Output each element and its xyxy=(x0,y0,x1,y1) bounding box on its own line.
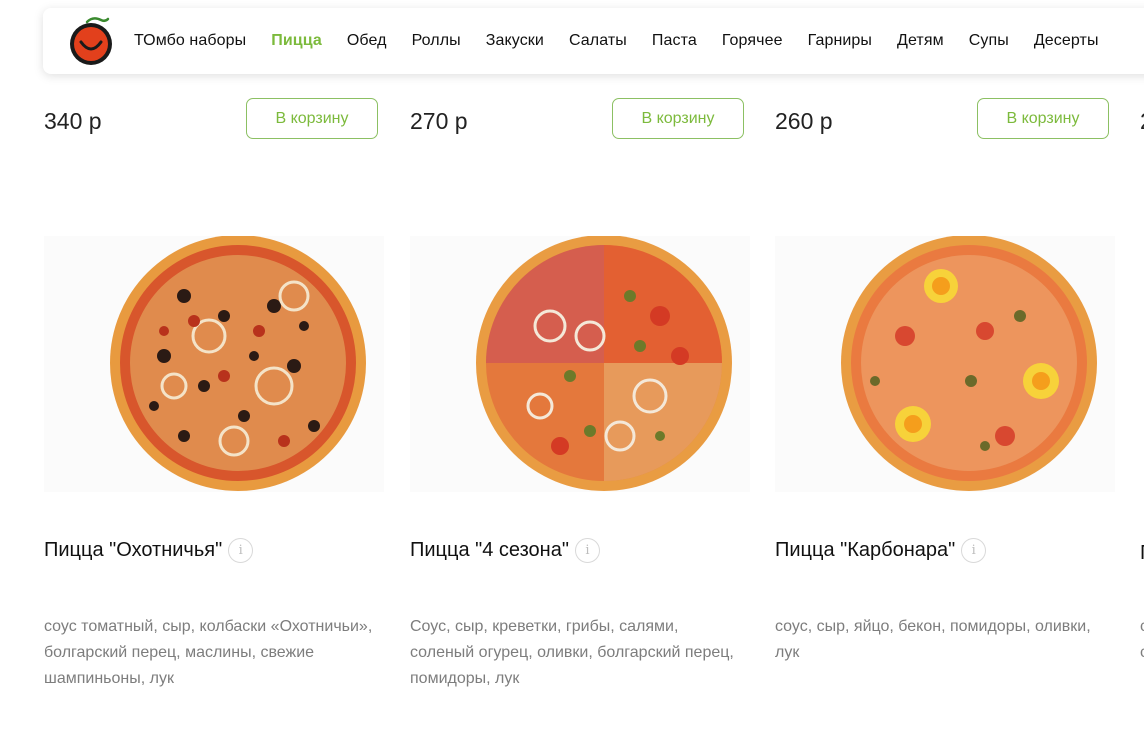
nav-item-kids[interactable]: Детям xyxy=(897,32,944,50)
product-name-row: Пицца "4 сезона" i xyxy=(410,538,600,563)
product-name-row: Пицца "Охотничья" i xyxy=(44,538,254,563)
product-card: 270 р В корзину Пицца "4 сезона" i Соус,… xyxy=(410,96,750,736)
product-card-partial: 2 П с с xyxy=(1140,96,1144,736)
product-card: 340 р В корзину Пицца "Охотничья" i соус… xyxy=(44,96,384,736)
product-price: 340 р xyxy=(44,108,102,134)
product-name-row: Пицца "Карбонара" i xyxy=(775,538,987,563)
nav-items: ТОмбо наборы Пицца Обед Роллы Закуски Са… xyxy=(134,8,1124,74)
nav-item-desserts[interactable]: Десерты xyxy=(1034,32,1099,50)
add-to-cart-button[interactable]: В корзину xyxy=(977,98,1109,139)
pizza-image xyxy=(476,236,732,491)
nav-item-soups[interactable]: Супы xyxy=(969,32,1009,50)
product-description: соус томатный, сыр, колбаски «Охотничьи»… xyxy=(44,618,373,687)
nav-item-lunch[interactable]: Обед xyxy=(347,32,387,50)
product-description: Соус, сыр, креветки, грибы, салями, соле… xyxy=(410,618,734,687)
info-icon[interactable]: i xyxy=(574,538,600,563)
product-name[interactable]: Пицца "Карбонара" xyxy=(775,539,955,562)
product-description: соус, сыр, яйцо, бекон, помидоры, оливки… xyxy=(775,618,1091,661)
nav-item-tombo-sets[interactable]: ТОмбо наборы xyxy=(134,32,246,50)
product-image[interactable] xyxy=(410,236,750,492)
product-card: 260 р В корзину Пицца "Карбонара" i соус… xyxy=(775,96,1115,736)
pizza-image xyxy=(110,236,366,491)
nav-item-sides[interactable]: Гарниры xyxy=(808,32,872,50)
info-icon[interactable]: i xyxy=(961,538,987,563)
nav-item-hot-dishes[interactable]: Горячее xyxy=(722,32,783,50)
product-name[interactable]: Пицца "Охотничья" xyxy=(44,539,222,562)
product-description: с с xyxy=(1140,618,1144,661)
product-price: 2 xyxy=(1140,108,1144,135)
product-image[interactable] xyxy=(775,236,1115,492)
category-navbar: ТОмбо наборы Пицца Обед Роллы Закуски Са… xyxy=(43,8,1144,74)
nav-item-pasta[interactable]: Паста xyxy=(652,32,697,50)
tombo-logo[interactable] xyxy=(67,14,115,66)
add-to-cart-button[interactable]: В корзину xyxy=(246,98,378,139)
product-name[interactable]: П xyxy=(1140,542,1144,565)
nav-item-snacks[interactable]: Закуски xyxy=(486,32,544,50)
tomato-logo-icon xyxy=(70,17,112,65)
add-to-cart-button[interactable]: В корзину xyxy=(612,98,744,139)
product-image[interactable] xyxy=(44,236,384,492)
product-name[interactable]: Пицца "4 сезона" xyxy=(410,539,569,562)
nav-item-rolls[interactable]: Роллы xyxy=(412,32,461,50)
menu-page: ТОмбо наборы Пицца Обед Роллы Закуски Са… xyxy=(0,0,1144,742)
info-icon[interactable]: i xyxy=(228,538,254,563)
product-price: 270 р xyxy=(410,108,468,134)
product-price: 260 р xyxy=(775,108,833,134)
nav-item-salads[interactable]: Салаты xyxy=(569,32,627,50)
pizza-image xyxy=(841,236,1097,491)
nav-item-pizza[interactable]: Пицца xyxy=(271,32,322,50)
